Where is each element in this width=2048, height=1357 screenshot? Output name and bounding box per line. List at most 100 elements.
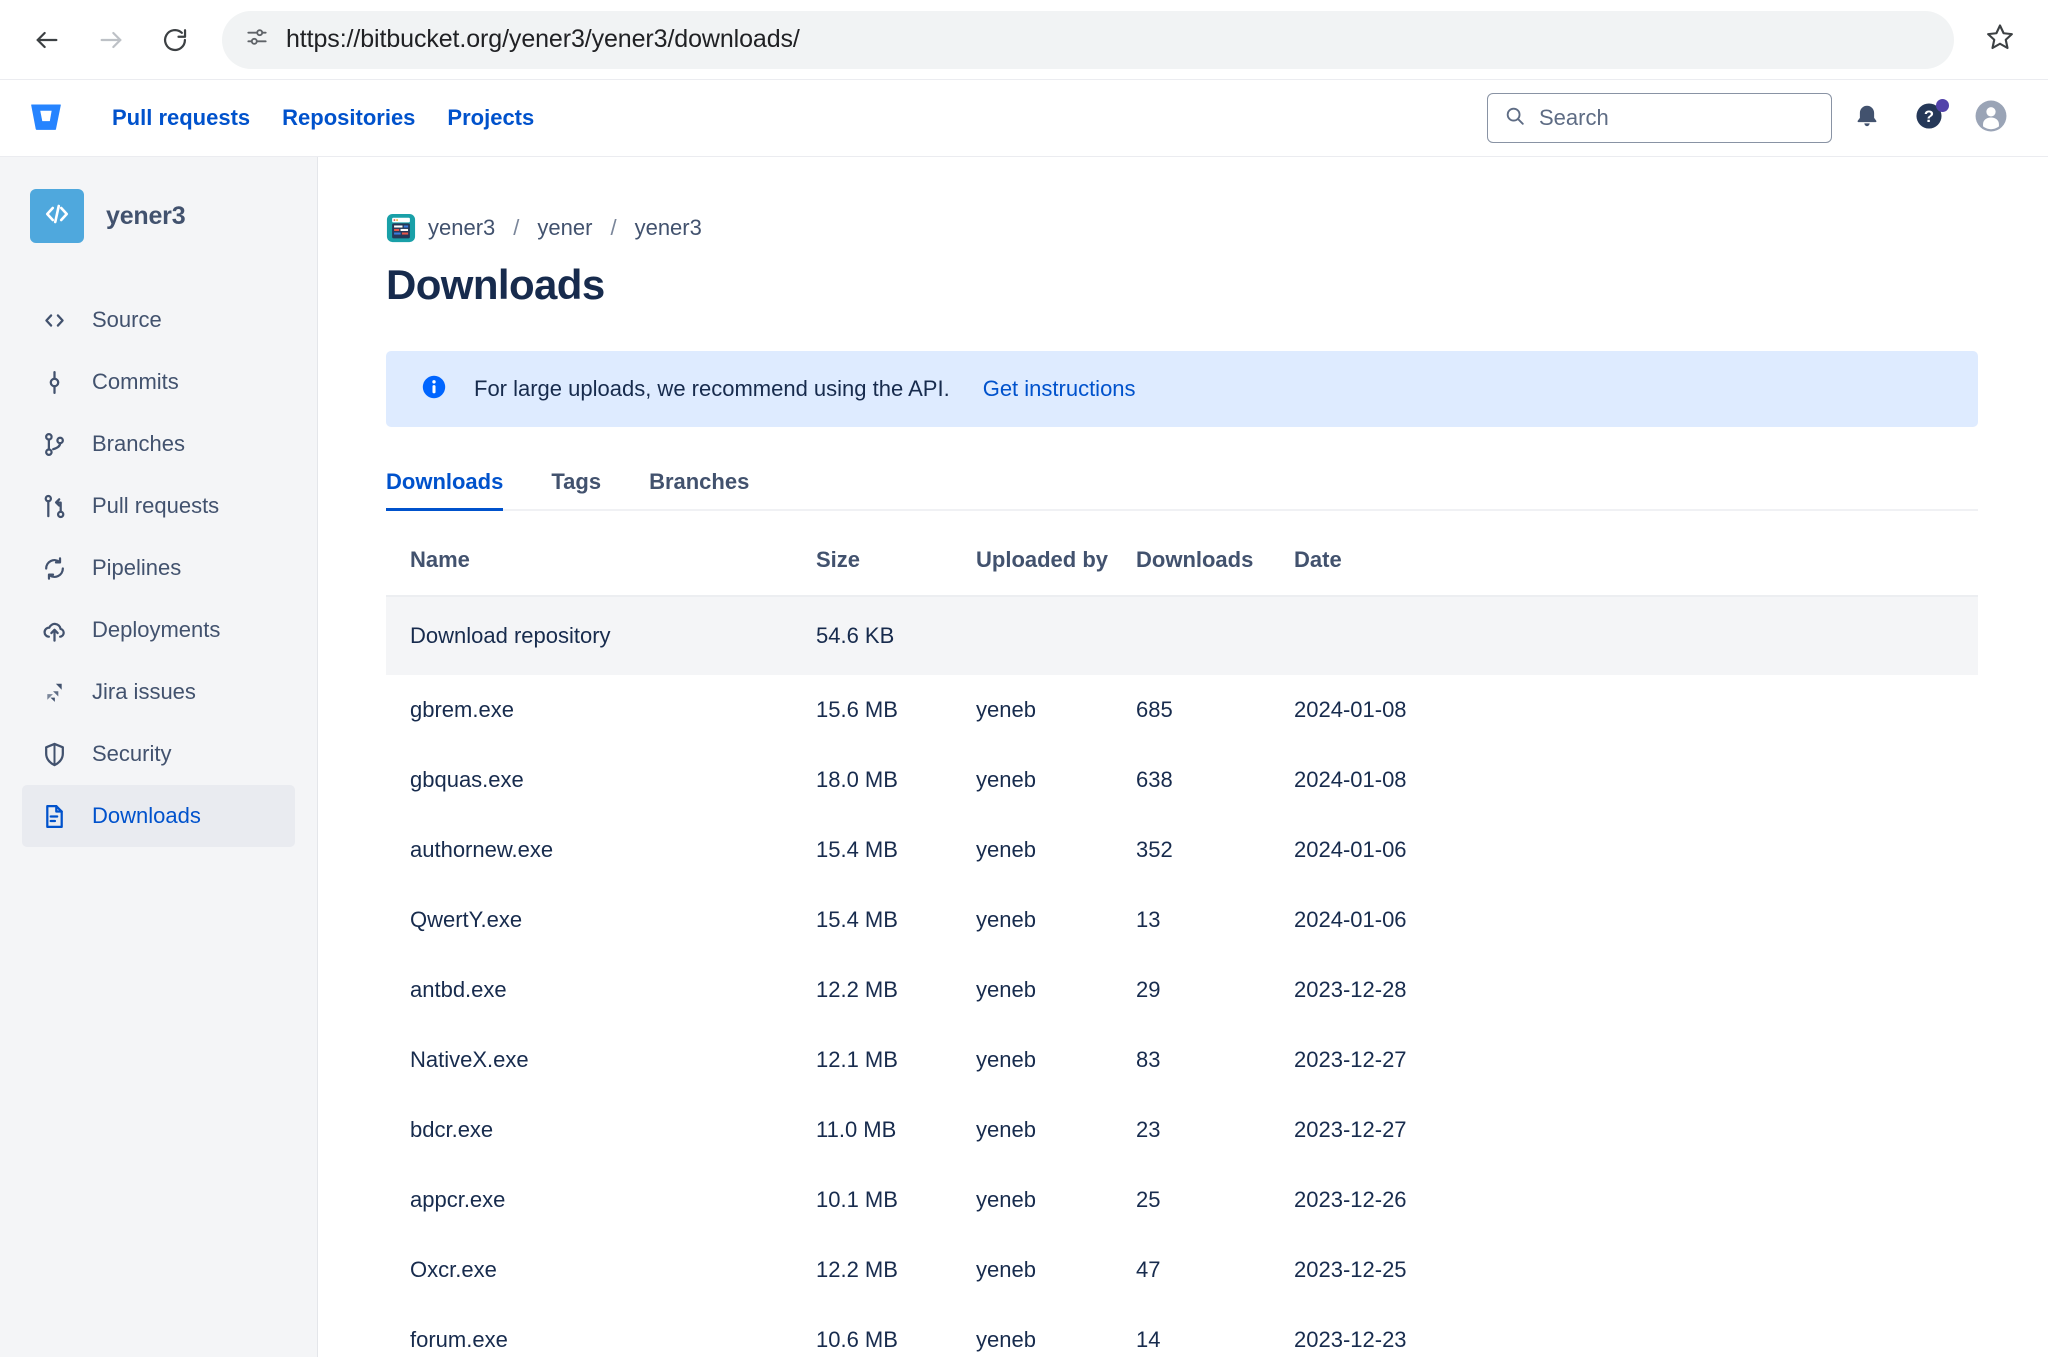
search-input[interactable]: Search xyxy=(1539,105,1609,131)
tab-tags[interactable]: Tags xyxy=(527,469,625,509)
table-row[interactable]: gbquas.exe 18.0 MB yeneb 638 2024-01-08 xyxy=(386,745,1978,815)
address-bar[interactable]: https://bitbucket.org/yener3/yener3/down… xyxy=(222,10,1954,69)
cell-uploaded-by: yeneb xyxy=(976,907,1036,932)
page-body: yener3 Source Commits Branches Pull requ… xyxy=(0,157,2048,1357)
back-button[interactable] xyxy=(18,11,76,69)
cell-name: authornew.exe xyxy=(410,837,554,862)
bitbucket-logo-button[interactable] xyxy=(26,98,66,138)
cell-date: 2023-12-27 xyxy=(1294,1117,1407,1142)
cell-date xyxy=(1294,596,1978,675)
cell-downloads xyxy=(1136,596,1294,675)
browser-toolbar: https://bitbucket.org/yener3/yener3/down… xyxy=(0,0,2048,79)
url-text: https://bitbucket.org/yener3/yener3/down… xyxy=(286,25,800,53)
cell-date: 2024-01-06 xyxy=(1294,837,1407,862)
cell-date: 2024-01-08 xyxy=(1294,697,1407,722)
sidebar-repo-header[interactable]: yener3 xyxy=(0,189,317,243)
cell-uploaded-by: yeneb xyxy=(976,1257,1036,1282)
sidebar-item-commits[interactable]: Commits xyxy=(22,351,295,413)
cell-downloads: 83 xyxy=(1136,1047,1161,1072)
sidebar-item-branches[interactable]: Branches xyxy=(22,413,295,475)
table-row[interactable]: appcr.exe 10.1 MB yeneb 25 2023-12-26 xyxy=(386,1165,1978,1235)
sidebar-item-source[interactable]: Source xyxy=(22,289,295,351)
cell-name: gbquas.exe xyxy=(410,767,524,792)
bell-icon xyxy=(1853,102,1881,135)
sidebar-item-deployments[interactable]: Deployments xyxy=(22,599,295,661)
nav-link-repositories[interactable]: Repositories xyxy=(266,105,431,131)
column-header-uploaded-by[interactable]: Uploaded by xyxy=(976,547,1136,597)
sidebar-item-label: Jira issues xyxy=(92,679,196,704)
sidebar-item-downloads[interactable]: Downloads xyxy=(22,785,295,847)
cell-size: 54.6 KB xyxy=(816,623,895,648)
branch-icon xyxy=(38,428,70,460)
reload-button[interactable] xyxy=(146,11,204,69)
cell-downloads: 25 xyxy=(1136,1187,1161,1212)
cell-name: forum.exe xyxy=(386,1305,816,1357)
cell-name: gbrem.exe xyxy=(410,697,514,722)
sidebar-item-pull-requests[interactable]: Pull requests xyxy=(22,475,295,537)
sidebar-item-security[interactable]: Security xyxy=(22,723,295,785)
nav-link-pull-requests[interactable]: Pull requests xyxy=(96,105,266,131)
forward-arrow-icon xyxy=(97,26,125,54)
notifications-button[interactable] xyxy=(1840,91,1894,145)
cell-date: 2023-12-27 xyxy=(1294,1047,1407,1072)
repo-avatar-icon xyxy=(386,213,416,243)
deployments-cloud-icon xyxy=(38,614,70,646)
info-banner-text: For large uploads, we recommend using th… xyxy=(474,376,950,401)
table-row[interactable]: gbrem.exe 15.6 MB yeneb 685 2024-01-08 xyxy=(386,675,1978,745)
column-header-size[interactable]: Size xyxy=(816,547,976,597)
cell-size: 12.1 MB xyxy=(816,1047,898,1072)
sidebar: yener3 Source Commits Branches Pull requ… xyxy=(0,157,318,1357)
cell-date: 2023-12-23 xyxy=(1294,1305,1978,1357)
cell-date: 2023-12-25 xyxy=(1294,1257,1407,1282)
shield-icon xyxy=(38,738,70,770)
page-title: Downloads xyxy=(386,261,605,308)
table-row[interactable]: bdcr.exe 11.0 MB yeneb 23 2023-12-27 xyxy=(386,1095,1978,1165)
search-box[interactable]: Search xyxy=(1487,93,1832,143)
repo-avatar xyxy=(30,189,84,243)
reload-icon xyxy=(161,26,189,54)
code-brackets-icon xyxy=(42,199,72,234)
cell-name: bdcr.exe xyxy=(410,1117,494,1142)
info-banner: For large uploads, we recommend using th… xyxy=(386,351,1978,427)
column-header-downloads[interactable]: Downloads xyxy=(1136,547,1294,597)
table-row[interactable]: NativeX.exe 12.1 MB yeneb 83 2023-12-27 xyxy=(386,1025,1978,1095)
table-row[interactable]: forum.exe 10.6 MB yeneb 14 2023-12-23 xyxy=(386,1305,1978,1357)
table-row[interactable]: antbd.exe 12.2 MB yeneb 29 2023-12-28 xyxy=(386,955,1978,1025)
profile-button[interactable] xyxy=(1964,91,2018,145)
table-row[interactable]: QwertY.exe 15.4 MB yeneb 13 2024-01-06 xyxy=(386,885,1978,955)
cell-size: 11.0 MB xyxy=(816,1117,897,1142)
cell-name: antbd.exe xyxy=(410,977,507,1002)
help-button[interactable]: ? xyxy=(1902,91,1956,145)
cell-date: 2023-12-28 xyxy=(1294,977,1407,1002)
forward-button[interactable] xyxy=(82,11,140,69)
cell-date: 2023-12-26 xyxy=(1294,1187,1407,1212)
cell-downloads: 352 xyxy=(1136,837,1173,862)
site-settings-icon[interactable] xyxy=(244,24,270,55)
table-row[interactable]: authornew.exe 15.4 MB yeneb 352 2024-01-… xyxy=(386,815,1978,885)
sidebar-item-pipelines[interactable]: Pipelines xyxy=(22,537,295,599)
column-header-date[interactable]: Date xyxy=(1294,547,1978,597)
sidebar-item-jira-issues[interactable]: Jira issues xyxy=(22,661,295,723)
cell-uploaded-by: yeneb xyxy=(976,1305,1136,1357)
file-download-icon xyxy=(38,800,70,832)
cell-size: 15.4 MB xyxy=(816,837,898,862)
info-icon xyxy=(420,373,448,406)
bookmark-button[interactable] xyxy=(1970,11,2030,69)
cell-date: 2024-01-08 xyxy=(1294,767,1407,792)
breadcrumb-item-2[interactable]: yener xyxy=(537,215,592,241)
get-instructions-link[interactable]: Get instructions xyxy=(983,376,1136,402)
cell-size: 12.2 MB xyxy=(816,977,898,1002)
cell-downloads: 685 xyxy=(1136,697,1173,722)
column-header-name[interactable]: Name xyxy=(386,547,816,597)
cell-uploaded-by xyxy=(976,596,1136,675)
table-row[interactable]: Oxcr.exe 12.2 MB yeneb 47 2023-12-25 xyxy=(386,1235,1978,1305)
table-row[interactable]: Download repository 54.6 KB xyxy=(386,596,1978,675)
tab-downloads[interactable]: Downloads xyxy=(386,469,527,511)
cell-uploaded-by: yeneb xyxy=(976,1117,1036,1142)
breadcrumb-item-3[interactable]: yener3 xyxy=(635,215,702,241)
breadcrumb-item-1[interactable]: yener3 xyxy=(428,215,495,241)
pipelines-icon xyxy=(38,552,70,584)
tab-branches[interactable]: Branches xyxy=(625,469,773,509)
nav-link-projects[interactable]: Projects xyxy=(431,105,550,131)
cell-name: QwertY.exe xyxy=(410,907,523,932)
